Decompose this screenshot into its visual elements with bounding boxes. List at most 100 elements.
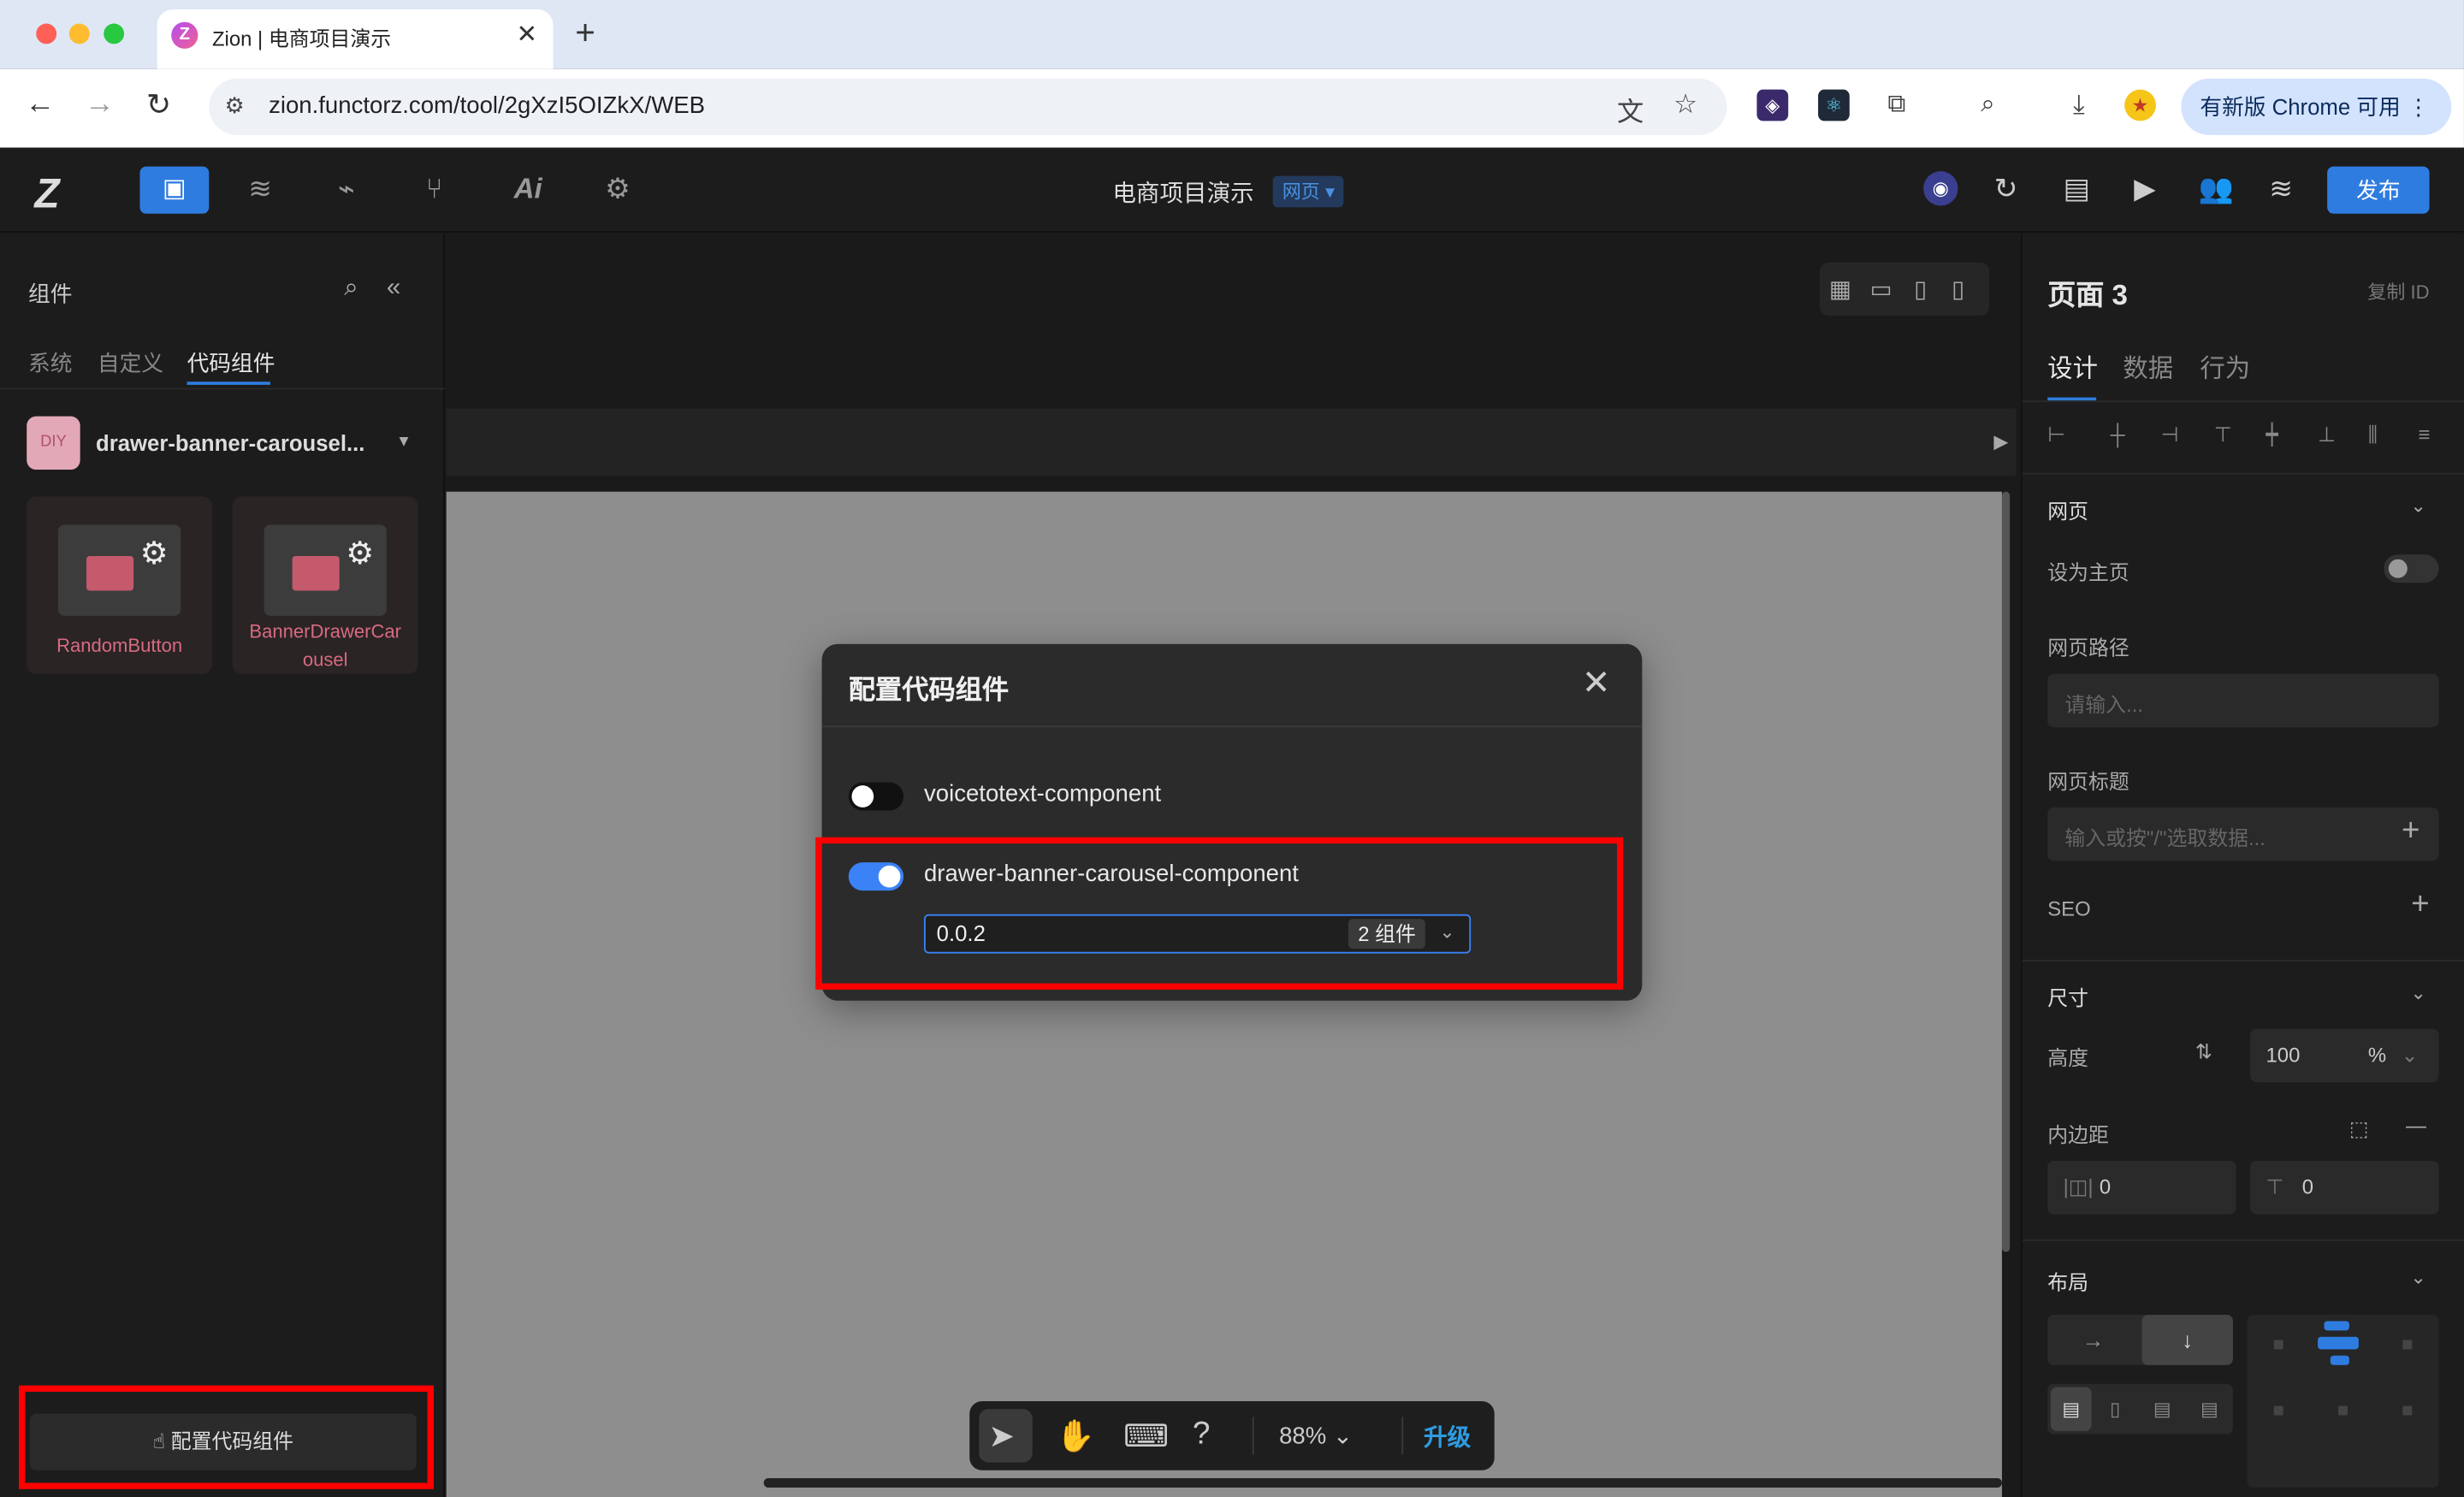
help-icon[interactable]: ? [1193, 1417, 1210, 1453]
vertical-direction-icon[interactable]: ↓ [2141, 1314, 2233, 1365]
padding-individual-icon[interactable]: ⬚ [2349, 1117, 2369, 1142]
maximize-window-button[interactable] [104, 23, 125, 44]
align-middle-icon[interactable]: ┿ [2266, 423, 2278, 447]
vertical-scrollbar[interactable] [2001, 491, 2011, 1252]
close-tab-icon[interactable]: ✕ [517, 19, 538, 50]
settings-gear-icon[interactable]: ⚙ [605, 173, 631, 206]
alignment-grid[interactable] [2247, 1314, 2439, 1488]
set-home-toggle[interactable] [2384, 554, 2439, 583]
upgrade-link[interactable]: 升级 [1424, 1420, 1471, 1453]
layout-option-icon[interactable]: ▯ [2094, 1387, 2135, 1430]
translate-icon[interactable]: 文 [1617, 90, 1644, 129]
platform-dropdown[interactable]: 网页 ▾ [1272, 175, 1345, 208]
align-left-icon[interactable]: ⊢ [2047, 423, 2065, 447]
react-devtools-icon[interactable]: ⚛ [1818, 89, 1850, 121]
workflow-icon[interactable]: ⑂ [426, 173, 443, 206]
padding-uniform-icon[interactable]: — [2406, 1114, 2426, 1138]
horizontal-direction-icon[interactable]: → [2047, 1315, 2139, 1365]
page-title-input[interactable]: 输入或按"/"选取数据... + [2047, 807, 2439, 861]
ai-icon[interactable]: Ai [514, 173, 542, 206]
height-mode-icon[interactable]: ⇅ [2195, 1040, 2212, 1065]
component-card-random-button[interactable]: ⚙ RandomButton [27, 496, 212, 674]
ui-design-icon[interactable]: ▣ [139, 166, 210, 214]
bookmark-star-icon[interactable]: ☆ [1673, 90, 1697, 121]
collapse-panel-icon[interactable]: « [387, 275, 400, 303]
database-icon[interactable]: ≋ [248, 173, 272, 206]
add-seo-icon[interactable]: + [2411, 888, 2429, 924]
align-dot[interactable] [2338, 1405, 2348, 1416]
search-tab-icon[interactable]: ⌕ [1972, 90, 2004, 121]
align-dot[interactable] [2402, 1405, 2413, 1416]
tab-design[interactable]: 设计 [2047, 347, 2098, 385]
pointer-icon[interactable]: ➤ [988, 1417, 1015, 1456]
refresh-preview-icon[interactable]: ↻ [1994, 173, 2018, 206]
site-info-icon[interactable]: ⚙ [225, 92, 245, 119]
caret-down-icon[interactable]: ▼ [396, 434, 412, 451]
tablet-icon[interactable]: ▯ [1914, 275, 1927, 303]
align-dot[interactable] [2273, 1340, 2283, 1350]
extension-icon[interactable]: ◈ [1756, 89, 1789, 121]
close-window-button[interactable] [36, 23, 57, 44]
publish-button[interactable]: 发布 [2327, 166, 2430, 214]
layout-option-icon[interactable]: ▤ [2050, 1387, 2092, 1431]
version-history-icon[interactable]: ≋ [2269, 173, 2293, 206]
chevron-down-icon[interactable]: ⌄ [2410, 1266, 2426, 1288]
component-card-banner-drawer-carousel[interactable]: ⚙ BannerDrawerCar ousel [232, 496, 418, 674]
copy-id-button[interactable]: 复制 ID [2367, 278, 2429, 305]
align-dot[interactable] [2273, 1405, 2283, 1416]
chevron-down-icon[interactable]: ⌄ [2410, 982, 2426, 1004]
grid-view-icon[interactable]: ▦ [1829, 275, 1851, 303]
horizontal-scrollbar[interactable] [763, 1477, 2002, 1488]
distribute-v-icon[interactable]: ≡ [2419, 423, 2431, 447]
padding-horizontal-input[interactable]: |◫| 0 [2047, 1161, 2236, 1215]
close-icon[interactable]: ✕ [1582, 663, 1611, 704]
page-settings-icon[interactable]: ▤ [2064, 173, 2090, 206]
align-center-h-icon[interactable]: ┼ [2111, 423, 2125, 447]
collaborators-icon[interactable]: 👥 [2199, 173, 2234, 206]
address-bar[interactable]: ⚙ zion.functorz.com/tool/2gXzI5OIZkX/WEB… [209, 78, 1727, 135]
height-unit[interactable]: % [2368, 1043, 2386, 1067]
browser-tab[interactable]: Z Zion | 电商项目演示 ✕ [157, 9, 554, 69]
update-chrome-button[interactable]: 有新版 Chrome 可用 ⋮ [2181, 78, 2452, 135]
new-tab-icon[interactable]: + [575, 13, 595, 54]
reload-icon[interactable]: ↻ [146, 88, 171, 124]
menu-kebab-icon[interactable]: ⋮ [2408, 79, 2430, 135]
back-icon[interactable]: ← [25, 88, 55, 122]
assistant-avatar-icon[interactable]: ◉ [1923, 171, 1958, 206]
tab-custom[interactable]: 自定义 [98, 347, 163, 379]
distribute-h-icon[interactable]: ⫼ [2368, 423, 2378, 447]
layout-option-icon[interactable]: ▤ [2189, 1387, 2230, 1430]
api-plugin-icon[interactable]: ⌁ [338, 173, 355, 206]
puzzle-extensions-icon[interactable]: ⧉ [1881, 90, 1913, 121]
mobile-icon[interactable]: ▯ [1952, 275, 1964, 303]
library-select[interactable]: drawer-banner-carousel... [96, 430, 364, 455]
padding-vertical-input[interactable]: ⊤ 0 [2250, 1161, 2439, 1215]
expand-arrow-icon[interactable]: ▶ [1993, 430, 2008, 453]
align-right-icon[interactable]: ⊣ [2160, 423, 2178, 447]
layout-option-icon[interactable]: ▤ [2141, 1387, 2183, 1430]
add-icon[interactable]: + [2402, 814, 2420, 849]
hand-icon[interactable]: ✋ [1056, 1417, 1095, 1456]
forward-icon[interactable]: → [85, 88, 115, 122]
keyboard-icon[interactable]: ⌨ [1123, 1417, 1169, 1456]
zion-logo[interactable]: Z [34, 169, 59, 218]
align-bottom-icon[interactable]: ⊥ [2318, 423, 2336, 447]
chevron-down-icon[interactable]: ⌄ [2401, 1043, 2418, 1068]
zoom-select[interactable]: 88% ⌄ [1279, 1422, 1353, 1450]
search-icon[interactable]: ⌕ [344, 275, 358, 303]
tab-data[interactable]: 数据 [2123, 347, 2173, 385]
tab-system[interactable]: 系统 [28, 347, 72, 379]
tab-behavior[interactable]: 行为 [2200, 347, 2250, 385]
chevron-down-icon[interactable]: ⌄ [2410, 494, 2426, 517]
tab-code-components[interactable]: 代码组件 [187, 347, 275, 379]
voicetotext-toggle[interactable] [848, 782, 904, 811]
profile-avatar[interactable]: ★ [2124, 89, 2156, 121]
height-input[interactable]: 100 % ⌄ [2250, 1028, 2439, 1083]
play-preview-icon[interactable]: ▶ [2134, 173, 2155, 206]
minimize-window-button[interactable] [68, 23, 90, 44]
align-dot[interactable] [2402, 1340, 2413, 1350]
align-top-icon[interactable]: ⊤ [2214, 423, 2232, 447]
download-icon[interactable]: ⤓ [2064, 90, 2095, 121]
path-input[interactable]: 请输入... [2047, 673, 2439, 728]
desktop-icon[interactable]: ▭ [1870, 275, 1892, 303]
